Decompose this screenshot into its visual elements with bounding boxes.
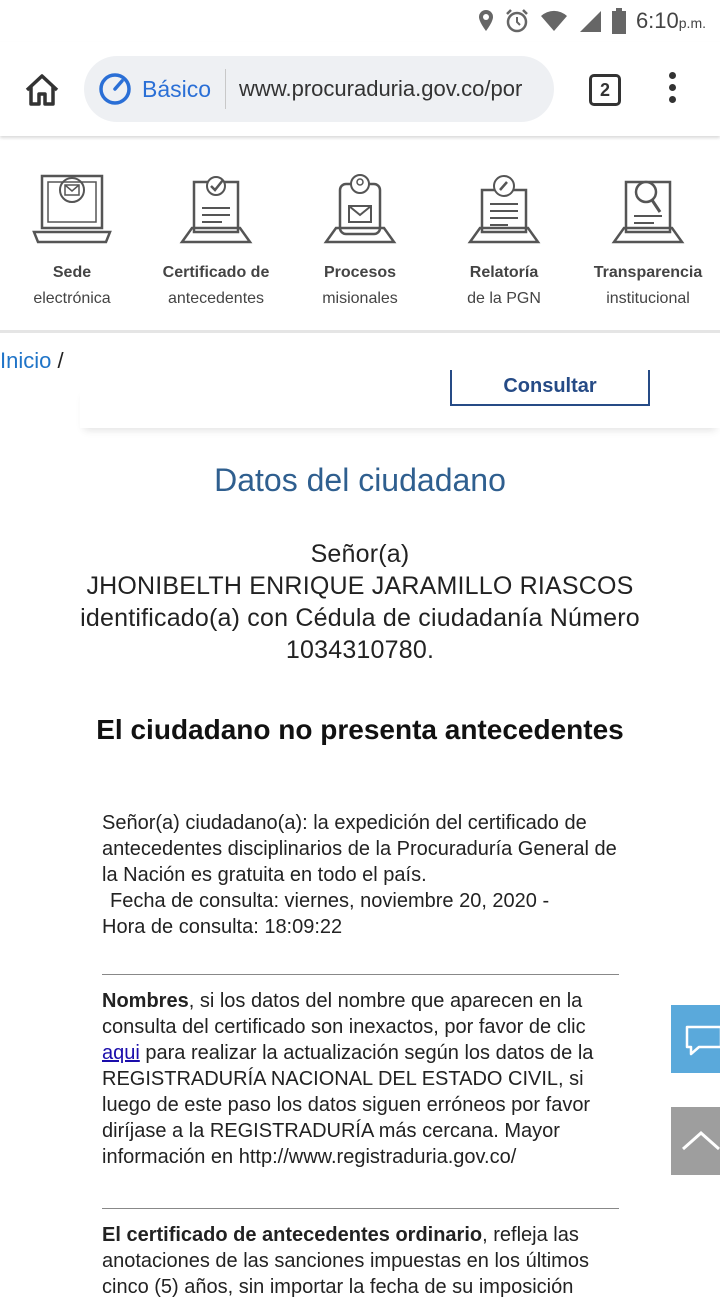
browser-toolbar: Básico www.procuraduria.gov.co/por 2 [0, 42, 720, 136]
wifi-icon [540, 10, 567, 31]
chat-button[interactable] [671, 1005, 720, 1073]
status-time: 6:10p.m. [635, 8, 706, 33]
quicknav-certificado-antecedentes[interactable]: Certificado de antecedentes [144, 170, 288, 312]
omnibox[interactable]: Básico www.procuraduria.gov.co/por [84, 56, 554, 122]
salutation: Señor(a) [310, 540, 410, 568]
page-title: Datos del ciudadano [214, 462, 506, 498]
quicknav-label: Transparencia institucional [593, 264, 703, 307]
nombres-paragraph: Nombres, si los datos del nombre que apa… [102, 988, 620, 1170]
quicknav-label: Procesos misionales [322, 264, 398, 307]
quicknav-label: Sede electrónica [33, 264, 111, 307]
quick-nav: Sede electrónica Certificado de antecedent… [0, 170, 720, 330]
ordinario-paragraph: El certificado de antecedentes ordinario… [102, 1222, 620, 1300]
quicknav-label: Relatoría de la PGN [467, 264, 541, 307]
lite-mode-label: Básico [142, 75, 212, 102]
breadcrumb-inicio-link[interactable]: Inicio [0, 348, 51, 373]
quicknav-procesos-misionales[interactable]: Procesos misionales [288, 170, 432, 312]
quicknav-relatoria[interactable]: Relatoría de la PGN [432, 170, 576, 312]
citizen-id: identificado(a) con Cédula de ciudadanía… [80, 604, 640, 664]
quicknav-label: Certificado de antecedentes [162, 264, 270, 307]
location-icon [478, 10, 493, 31]
consultation-date: Fecha de consulta: viernes, noviembre 20… [110, 890, 550, 912]
result-headline: El ciudadano no presenta antecedentes [96, 714, 624, 745]
omnibox-divider [225, 69, 227, 109]
battery-icon [611, 8, 626, 34]
chevron-up-icon [682, 1130, 720, 1151]
nombres-text-cont: para realizar la actualización según los… [102, 1042, 594, 1168]
home-button[interactable] [22, 70, 62, 110]
status-bar: 6:10p.m. [0, 0, 720, 42]
divider [102, 1208, 619, 1209]
breadcrumb: Inicio / [0, 348, 64, 374]
chat-icon [685, 1025, 720, 1056]
certificate-icon [179, 176, 253, 244]
consultation-time: Hora de consulta: 18:09:22 [102, 916, 343, 938]
consultar-button[interactable]: Consultar [450, 370, 650, 406]
nombres-bold: Nombres [102, 990, 189, 1012]
signal-icon [579, 11, 601, 32]
quicknav-transparencia[interactable]: Transparencia institucional [576, 170, 720, 312]
url-text[interactable]: www.procuraduria.gov.co/por [239, 76, 541, 102]
magnifier-document-icon [611, 180, 685, 244]
ordinario-bold: El certificado de antecedentes ordinario [102, 1224, 483, 1246]
process-mail-icon [323, 174, 397, 244]
alarm-icon [506, 9, 528, 33]
status-icons: 6:10p.m. [478, 8, 706, 34]
update-link[interactable]: aqui [102, 1042, 140, 1064]
speed-icon [99, 73, 131, 105]
citizen-name: JHONIBELTH ENRIQUE JARAMILLO RIASCOS [86, 572, 634, 600]
home-icon [25, 74, 59, 106]
consultation-info: Señor(a) ciudadano(a): la expedición del… [102, 810, 622, 940]
laptop-mail-icon [32, 174, 112, 244]
divider [0, 330, 720, 333]
quicknav-sede-electronica[interactable]: Sede electrónica [0, 170, 144, 312]
tab-switcher-button[interactable]: 2 [589, 74, 621, 106]
divider [102, 974, 619, 975]
info-text: Señor(a) ciudadano(a): la expedición del… [102, 812, 617, 886]
menu-icon[interactable] [664, 72, 680, 106]
scroll-top-button[interactable] [671, 1107, 720, 1175]
breadcrumb-separator: / [57, 348, 64, 373]
document-pen-icon [467, 175, 541, 244]
citizen-block: Señor(a) JHONIBELTH ENRIQUE JARAMILLO RI… [40, 538, 680, 666]
